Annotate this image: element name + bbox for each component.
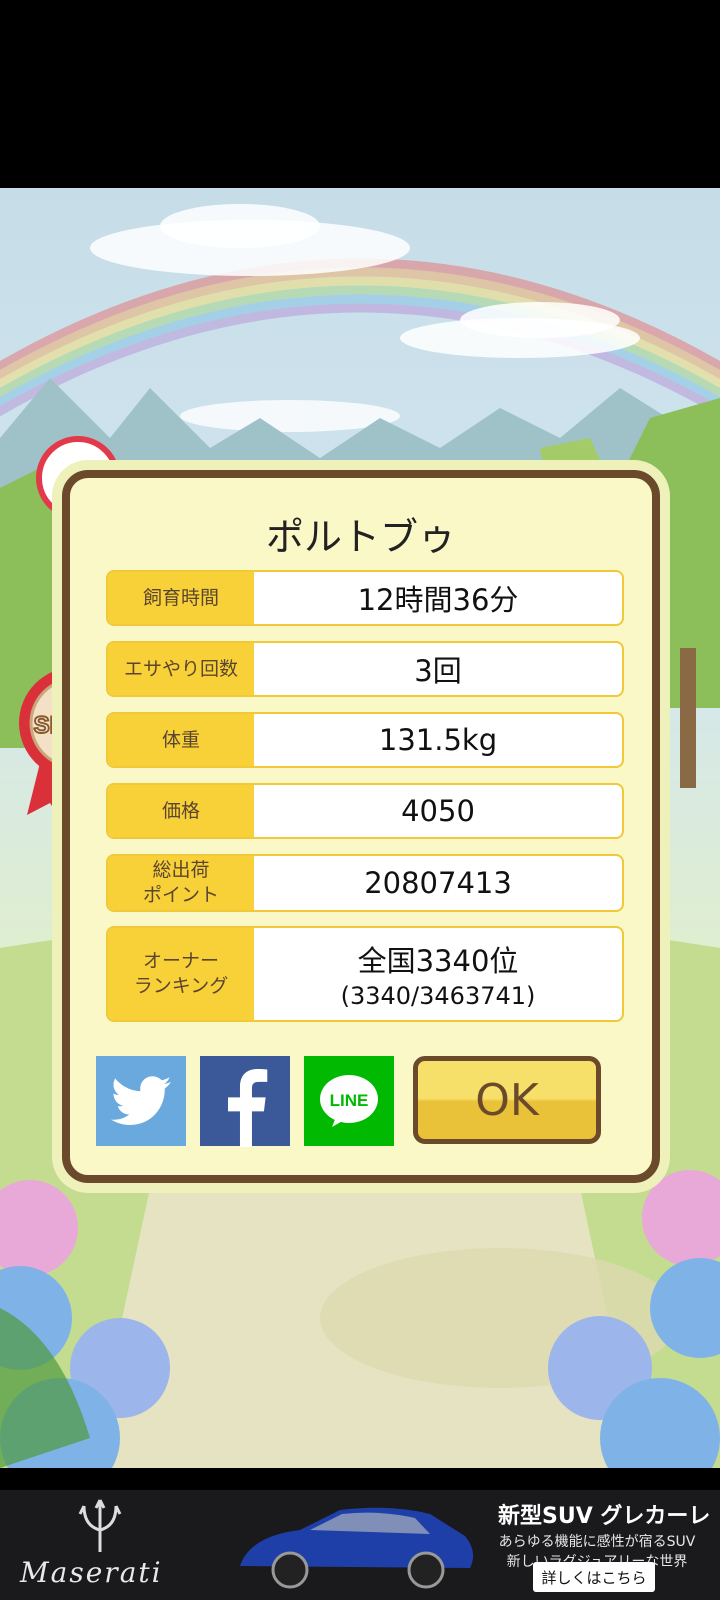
stat-value: 20807413 [364,866,512,900]
stat-label: エサやり回数 [108,643,254,695]
ad-title: 新型SUV グレカーレ [498,1504,711,1529]
stat-label: 飼育時間 [108,572,254,624]
ranking-value: 全国3340位 [357,944,519,978]
stat-row-owner-ranking: オーナー ランキング 全国3340位 (3340/3463741) [106,926,624,1022]
stat-label: 体重 [108,714,254,766]
car-image [240,1507,474,1589]
ok-button[interactable]: OK [413,1056,601,1144]
stat-row-feed-count: エサやり回数 3回 [106,641,624,697]
stat-row-price: 価格 4050 [106,783,624,839]
twitter-icon [111,1076,171,1125]
stat-label: 総出荷 ポイント [108,856,254,910]
stat-value: 4050 [401,794,475,828]
stat-row-weight: 体重 131.5kg [106,712,624,768]
line-share-button[interactable]: LINE [304,1056,394,1146]
trident-logo-icon [78,1499,122,1552]
stat-value: 131.5kg [378,723,498,757]
stat-label: オーナー ランキング [108,928,254,1020]
stat-row-shipping-points: 総出荷 ポイント 20807413 [106,854,624,912]
stat-value: 12時間36分 [357,583,519,617]
ad-brand: Maserati [20,1556,163,1589]
stat-row-raising-time: 飼育時間 12時間36分 [106,570,624,626]
pet-result-card: ポルトブゥ 飼育時間 12時間36分 エサやり回数 3回 体重 131.5kg … [62,470,660,1183]
ranking-detail: (3340/3463741) [340,982,536,1010]
facebook-share-button[interactable] [200,1056,290,1147]
facebook-icon [228,1069,268,1147]
ad-cta-button[interactable]: 詳しくはこちら [533,1562,655,1592]
stat-value: 3回 [414,654,462,688]
stat-label: 価格 [108,785,254,837]
ad-banner[interactable]: Maserati 新型SUV グレカーレ あらゆる機能に感性が宿るSUV 新しい… [0,1490,720,1600]
pet-name: ポルトブゥ [265,515,456,559]
twitter-share-button[interactable] [96,1056,186,1146]
line-icon: LINE [320,1075,378,1127]
line-label: LINE [330,1091,369,1110]
